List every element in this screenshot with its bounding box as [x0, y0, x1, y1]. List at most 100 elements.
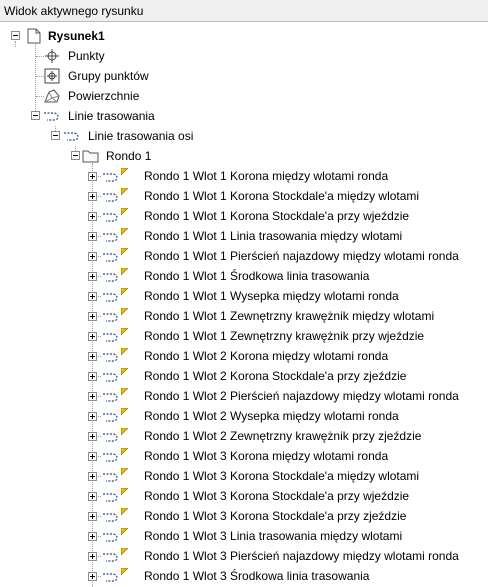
tree-item-roundabout-alignment[interactable]: Rondo 1 Wlot 1 Korona między wlotami ron… [0, 166, 488, 186]
tree-item-label: Rondo 1 Wlot 3 Środkowa linia trasowania [144, 569, 370, 583]
expand-toggle-icon[interactable] [88, 232, 97, 241]
tree-item-label: Linie trasowania [68, 109, 155, 123]
warning-flag-icon [121, 528, 128, 535]
tree-item-roundabout-alignment[interactable]: Rondo 1 Wlot 1 Linia trasowania między w… [0, 226, 488, 246]
warning-flag-icon [121, 328, 128, 335]
collapse-toggle-icon[interactable] [11, 31, 20, 40]
warning-flag-icon [121, 308, 128, 315]
expand-toggle-icon[interactable] [88, 212, 97, 221]
expand-toggle-icon[interactable] [88, 572, 97, 581]
expand-toggle-icon[interactable] [88, 252, 97, 261]
tree-item-centerline-alignments[interactable]: Linie trasowania osi [0, 126, 488, 146]
tree-item-label: Rondo 1 Wlot 2 Korona między wlotami ron… [144, 349, 389, 363]
tree-item-roundabout-alignment[interactable]: Rondo 1 Wlot 3 Linia trasowania między w… [0, 526, 488, 546]
tree-item-roundabout-alignment[interactable]: Rondo 1 Wlot 1 Zewnętrzny krawężnik międ… [0, 306, 488, 326]
warning-flag-icon [121, 188, 128, 195]
tree-item-roundabout-alignment[interactable]: Rondo 1 Wlot 3 Korona między wlotami ron… [0, 446, 488, 466]
expand-toggle-icon[interactable] [88, 452, 97, 461]
expand-toggle-icon[interactable] [88, 372, 97, 381]
tree-item-roundabout-alignment[interactable]: Rondo 1 Wlot 3 Środkowa linia trasowania [0, 566, 488, 586]
collapse-toggle-icon[interactable] [51, 131, 60, 140]
tree-item-label: Rondo 1 Wlot 1 Korona Stockdale'a między… [144, 189, 420, 203]
warning-flag-icon [121, 428, 128, 435]
tree-item-label: Rondo 1 Wlot 3 Linia trasowania między w… [144, 529, 403, 543]
expand-toggle-icon[interactable] [88, 532, 97, 541]
tree-item-label: Rondo 1 Wlot 1 Korona między wlotami ron… [144, 169, 389, 183]
tree-item-surfaces[interactable]: Powierzchnie [0, 86, 488, 106]
expand-toggle-icon[interactable] [88, 432, 97, 441]
expand-toggle-icon[interactable] [88, 332, 97, 341]
tree-item-label: Rondo 1 Wlot 2 Wysepka między wlotami ro… [144, 409, 399, 423]
tree-item-label: Rondo 1 [106, 149, 152, 163]
collapse-toggle-icon[interactable] [71, 151, 80, 160]
tree-item-label: Powierzchnie [68, 89, 140, 103]
drawing-icon [27, 28, 41, 44]
expand-toggle-icon[interactable] [88, 392, 97, 401]
point-icon [45, 49, 59, 63]
expand-toggle-icon[interactable] [88, 512, 97, 521]
warning-flag-icon [121, 388, 128, 395]
warning-flag-icon [121, 248, 128, 255]
tree-item-label: Rondo 1 Wlot 1 Linia trasowania między w… [144, 229, 403, 243]
tree-item-label: Rondo 1 Wlot 2 Korona Stockdale'a przy z… [144, 369, 407, 383]
tree-item-roundabout-alignment[interactable]: Rondo 1 Wlot 3 Korona Stockdale'a między… [0, 466, 488, 486]
expand-toggle-icon[interactable] [88, 172, 97, 181]
tree-item-roundabout-alignment[interactable]: Rondo 1 Wlot 3 Korona Stockdale'a przy w… [0, 486, 488, 506]
tree-item-point-groups[interactable]: Grupy punktów [0, 66, 488, 86]
tree-item-label: Rondo 1 Wlot 1 Środkowa linia trasowania [144, 269, 370, 283]
tree-item-roundabout-alignment[interactable]: Rondo 1 Wlot 2 Pierścień najazdowy międz… [0, 386, 488, 406]
tree-item-roundabout-alignment[interactable]: Rondo 1 Wlot 2 Wysepka między wlotami ro… [0, 406, 488, 426]
warning-flag-icon [121, 368, 128, 375]
expand-toggle-icon[interactable] [88, 412, 97, 421]
tree-item-label: Rondo 1 Wlot 1 Wysepka między wlotami ro… [144, 289, 399, 303]
panel-title: Widok aktywnego rysunku [0, 0, 488, 22]
expand-toggle-icon[interactable] [88, 352, 97, 361]
expand-toggle-icon[interactable] [88, 552, 97, 561]
tree-item-label: Punkty [68, 49, 105, 63]
tree-item-roundabout-alignment[interactable]: Rondo 1 Wlot 1 Korona Stockdale'a przy w… [0, 206, 488, 226]
tree-item-roundabout-alignment[interactable]: Rondo 1 Wlot 1 Korona Stockdale'a między… [0, 186, 488, 206]
tree-item-roundabout-alignment[interactable]: Rondo 1 Wlot 2 Zewnętrzny krawężnik przy… [0, 426, 488, 446]
tree-item-roundabout-alignment[interactable]: Rondo 1 Wlot 2 Korona Stockdale'a przy z… [0, 366, 488, 386]
expand-toggle-icon[interactable] [88, 312, 97, 321]
warning-flag-icon [121, 228, 128, 235]
tree-item-roundabout-alignment[interactable]: Rondo 1 Wlot 1 Pierścień najazdowy międz… [0, 246, 488, 266]
tree-item-label: Rondo 1 Wlot 3 Korona między wlotami ron… [144, 449, 389, 463]
expand-toggle-icon[interactable] [88, 272, 97, 281]
warning-flag-icon [121, 288, 128, 295]
tree-item-label: Rondo 1 Wlot 3 Korona Stockdale'a przy w… [144, 489, 410, 503]
tree-item-roundabout-alignment[interactable]: Rondo 1 Wlot 3 Pierścień najazdowy międz… [0, 546, 488, 566]
tree-item-label: Rondo 1 Wlot 3 Pierścień najazdowy międz… [144, 549, 459, 563]
expand-toggle-icon[interactable] [88, 472, 97, 481]
tree-item-label: Rondo 1 Wlot 1 Korona Stockdale'a przy w… [144, 209, 410, 223]
tree-item-label: Rondo 1 Wlot 3 Korona Stockdale'a między… [144, 469, 420, 483]
expand-toggle-icon[interactable] [88, 292, 97, 301]
tree-item-label: Linie trasowania osi [88, 129, 194, 143]
tree-item-points[interactable]: Punkty [0, 46, 488, 66]
tree-item-drawing[interactable]: Rysunek1 [0, 26, 488, 46]
warning-flag-icon [121, 488, 128, 495]
warning-flag-icon [121, 168, 128, 175]
warning-flag-icon [121, 408, 128, 415]
tree-item-roundabout-alignment[interactable]: Rondo 1 Wlot 1 Środkowa linia trasowania [0, 266, 488, 286]
warning-flag-icon [121, 208, 128, 215]
tree-item-roundabout-folder[interactable]: Rondo 1 [0, 146, 488, 166]
tree-item-label: Rondo 1 Wlot 1 Pierścień najazdowy międz… [144, 249, 459, 263]
warning-flag-icon [121, 448, 128, 455]
warning-flag-icon [121, 468, 128, 475]
prospector-tree: Rysunek1 Punkty Grupy punktów Powierzchn… [0, 22, 488, 587]
alignment-icon [64, 132, 79, 141]
expand-toggle-icon[interactable] [88, 492, 97, 501]
tree-item-label: Grupy punktów [68, 69, 149, 83]
tree-item-label: Rondo 1 Wlot 3 Korona Stockdale'a przy z… [144, 509, 407, 523]
expand-toggle-icon[interactable] [88, 192, 97, 201]
tree-item-roundabout-alignment[interactable]: Rondo 1 Wlot 3 Korona Stockdale'a przy z… [0, 506, 488, 526]
tree-item-alignments[interactable]: Linie trasowania [0, 106, 488, 126]
tree-item-roundabout-alignment[interactable]: Rondo 1 Wlot 1 Wysepka między wlotami ro… [0, 286, 488, 306]
point-group-icon [44, 68, 60, 84]
collapse-toggle-icon[interactable] [31, 111, 40, 120]
tree-item-roundabout-alignment[interactable]: Rondo 1 Wlot 2 Korona między wlotami ron… [0, 346, 488, 366]
tree-item-label: Rysunek1 [48, 29, 105, 43]
tree-item-roundabout-alignment[interactable]: Rondo 1 Wlot 1 Zewnętrzny krawężnik przy… [0, 326, 488, 346]
tree-item-label: Rondo 1 Wlot 2 Pierścień najazdowy międz… [144, 389, 459, 403]
